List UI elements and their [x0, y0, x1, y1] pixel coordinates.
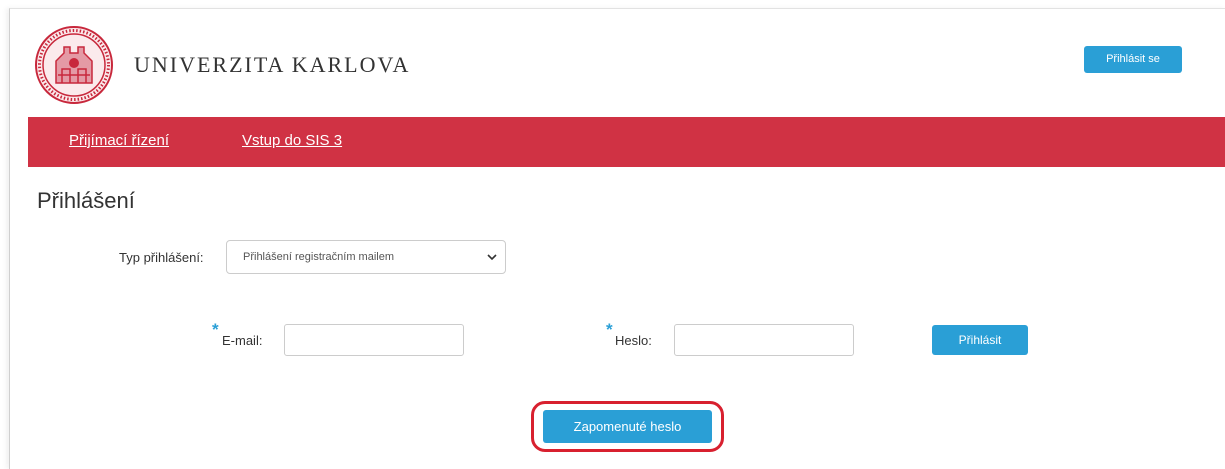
login-type-select[interactable]: Přihlášení registračním mailem — [226, 240, 506, 274]
forgot-password-button[interactable]: Zapomenuté heslo — [543, 410, 712, 443]
email-required-marker: * — [212, 320, 219, 339]
nav-link-sis3[interactable]: Vstup do SIS 3 — [242, 132, 342, 149]
university-name: UNIVERZITA KARLOVA — [134, 52, 411, 77]
login-type-label: Typ přihlášení: — [119, 250, 204, 265]
password-label: Heslo: — [615, 333, 652, 348]
email-label: E-mail: — [222, 333, 263, 348]
login-type-selected-value: Přihlášení registračním mailem — [243, 251, 394, 263]
email-field[interactable] — [284, 324, 464, 356]
page-title: Přihlášení — [37, 188, 135, 213]
chevron-down-icon — [487, 254, 497, 261]
sign-in-button[interactable]: Přihlásit se — [1084, 46, 1182, 73]
nav-link-admission[interactable]: Přijímací řízení — [69, 132, 169, 149]
university-seal-icon — [35, 26, 113, 104]
password-required-marker: * — [606, 320, 613, 339]
main-navigation: Přijímací řízení Vstup do SIS 3 — [28, 117, 1225, 167]
password-field[interactable] — [674, 324, 854, 356]
login-button[interactable]: Přihlásit — [932, 325, 1028, 355]
